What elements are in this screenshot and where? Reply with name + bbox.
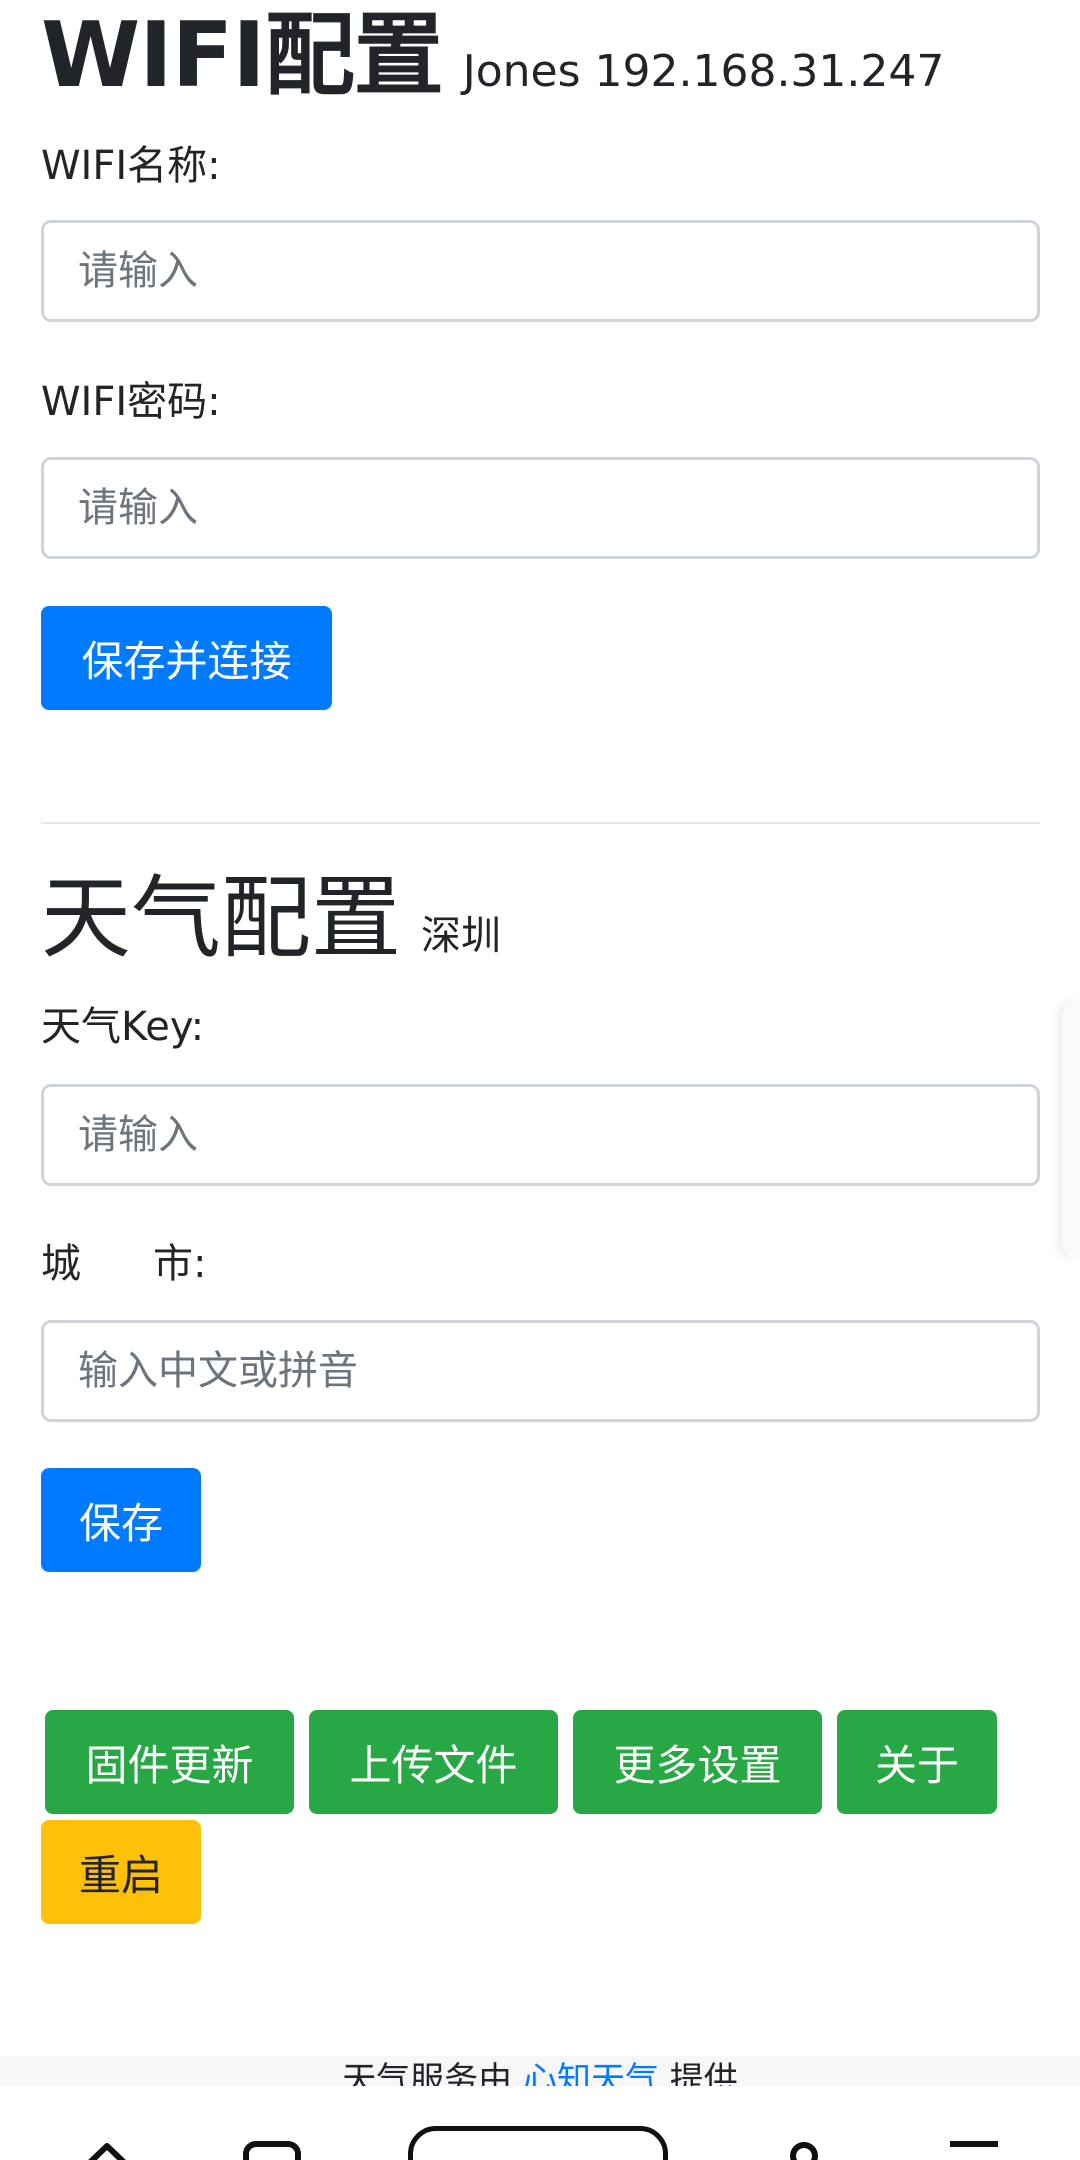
footer-suffix: 提供 bbox=[669, 2060, 738, 2086]
footer: 天气服务由 心知天气 提供 bbox=[0, 2056, 1080, 2086]
wifi-config-title: WIFI配置 bbox=[41, 3, 444, 108]
footer-text: 天气服务由 心知天气 提供 bbox=[0, 2056, 1080, 2086]
menu-icon[interactable] bbox=[944, 2136, 1004, 2160]
browser-nav-bar bbox=[0, 2086, 1080, 2160]
address-bar[interactable] bbox=[408, 2126, 668, 2160]
side-drawer-handle[interactable] bbox=[1062, 1000, 1080, 1260]
save-and-connect-button[interactable]: 保存并连接 bbox=[41, 606, 332, 710]
home-icon[interactable] bbox=[72, 2136, 142, 2160]
provider-link[interactable]: 心知天气 bbox=[523, 2060, 659, 2086]
wifi-ssid-input[interactable] bbox=[41, 220, 1040, 322]
firmware-update-button[interactable]: 固件更新 bbox=[45, 1710, 294, 1814]
wifi-config-heading: WIFI配置 Jones 192.168.31.247 bbox=[41, 6, 944, 122]
footer-prefix: 天气服务由 bbox=[342, 2060, 513, 2086]
weather-config-title: 天气配置 bbox=[41, 866, 401, 971]
wifi-ssid-label: WIFI名称: bbox=[41, 143, 221, 189]
weather-key-label: 天气Key: bbox=[41, 1004, 205, 1050]
upload-file-button[interactable]: 上传文件 bbox=[309, 1710, 558, 1814]
about-button[interactable]: 关于 bbox=[837, 1710, 997, 1814]
account-icon[interactable] bbox=[776, 2136, 832, 2160]
city-input[interactable] bbox=[41, 1320, 1040, 1422]
restart-button[interactable]: 重启 bbox=[41, 1820, 201, 1924]
wifi-password-label: WIFI密码: bbox=[41, 379, 221, 425]
config-page: WIFI配置 Jones 192.168.31.247 WIFI名称: WIFI密… bbox=[0, 0, 1080, 2160]
city-label: 城 市: bbox=[41, 1238, 206, 1290]
weather-save-button[interactable]: 保存 bbox=[41, 1468, 201, 1572]
weather-key-input[interactable] bbox=[41, 1084, 1040, 1186]
weather-config-heading: 天气配置 深圳 bbox=[41, 864, 501, 991]
city-label-left: 城 bbox=[41, 1241, 81, 1287]
more-settings-button[interactable]: 更多设置 bbox=[573, 1710, 822, 1814]
city-label-right: 市: bbox=[153, 1241, 207, 1287]
tabs-icon[interactable] bbox=[240, 2136, 304, 2160]
wifi-config-subtitle: Jones 192.168.31.247 bbox=[462, 46, 945, 97]
wifi-password-input[interactable] bbox=[41, 457, 1040, 559]
weather-config-subtitle: 深圳 bbox=[421, 913, 501, 959]
section-divider bbox=[41, 822, 1040, 824]
